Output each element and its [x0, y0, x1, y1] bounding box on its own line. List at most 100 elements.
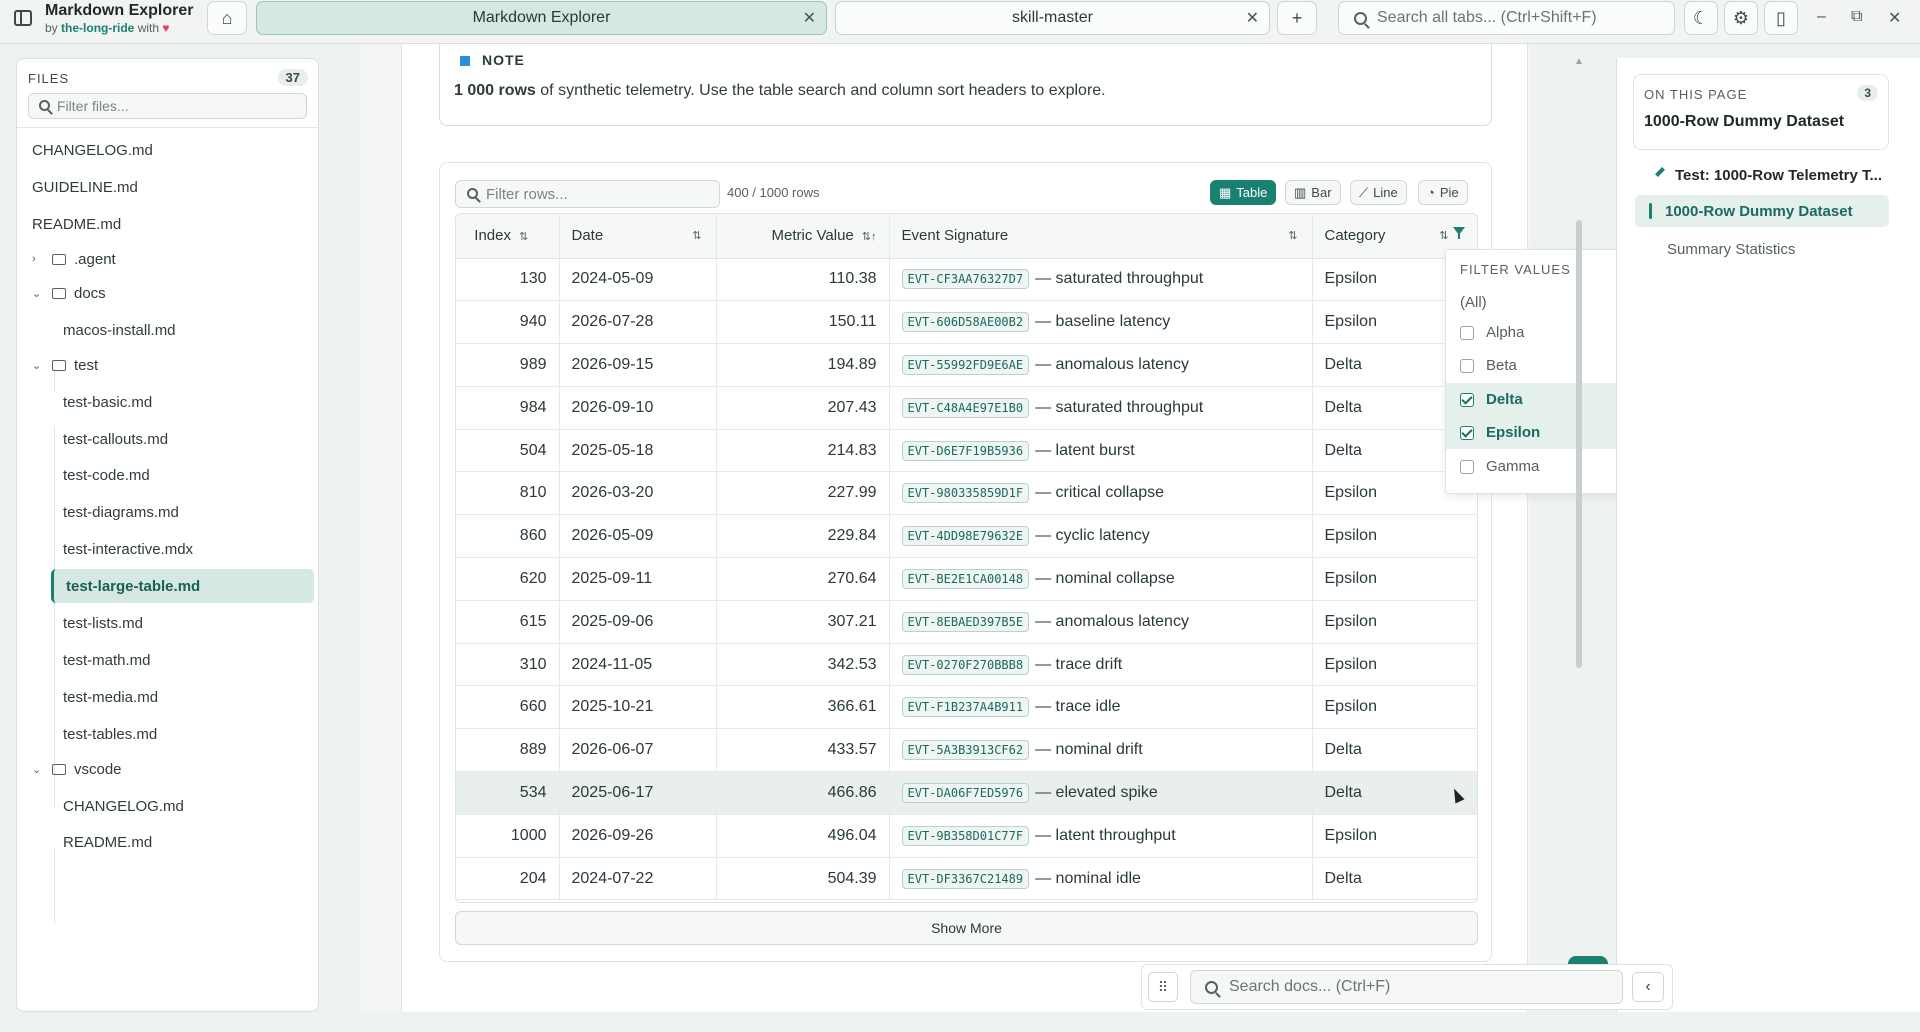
- home-button[interactable]: ⌂: [207, 1, 247, 35]
- toc-item[interactable]: Test: 1000-Row Telemetry T...: [1635, 159, 1889, 191]
- event-description: — nominal drift: [1035, 741, 1143, 759]
- sort-icon[interactable]: ⇅: [1439, 229, 1448, 242]
- checkbox[interactable]: [1460, 325, 1474, 340]
- cell-signature: EVT-980335859D1F — critical collapse: [889, 471, 1313, 516]
- table-row[interactable]: 940 2026-07-28 150.11 EVT-606D58AE00B2 — bas…: [456, 300, 1477, 345]
- file-item[interactable]: README.md: [63, 825, 152, 859]
- folder-item[interactable]: ⌄ docs: [32, 276, 106, 310]
- file-item[interactable]: test-math.md: [63, 643, 151, 677]
- table-row[interactable]: 504 2025-05-18 214.83 EVT-D6E7F19B5936 — lat…: [456, 429, 1477, 473]
- table-row[interactable]: 310 2024-11-05 342.53 EVT-0270F270BBB8 — tra…: [456, 643, 1477, 687]
- file-item[interactable]: test-lists.md: [63, 606, 143, 640]
- tab-label: Markdown Explorer: [472, 9, 611, 26]
- col-index-header[interactable]: Index ⇅: [456, 214, 560, 259]
- toc-label: 1000-Row Dummy Dataset: [1665, 202, 1853, 220]
- folder-item[interactable]: ⌄ test: [32, 348, 98, 382]
- table-row[interactable]: 989 2026-09-15 194.89 EVT-55992FD9E6AE — ano…: [456, 343, 1477, 387]
- cell-date: 2024-05-09: [559, 258, 717, 302]
- file-item[interactable]: test-callouts.md: [63, 422, 168, 456]
- event-code: EVT-980335859D1F: [901, 483, 1030, 504]
- tab-skill-master[interactable]: skill-master ✕: [835, 1, 1270, 35]
- sort-icon[interactable]: ⇅: [1288, 229, 1297, 242]
- toc-item[interactable]: Summary Statistics: [1635, 233, 1889, 265]
- drag-handle-icon[interactable]: ⠿: [1148, 972, 1178, 1002]
- file-item[interactable]: README.md: [32, 207, 121, 241]
- table-row[interactable]: 660 2025-10-21 366.61 EVT-F1B237A4B911 — tra…: [456, 685, 1477, 730]
- file-item[interactable]: test-interactive.mdx: [63, 532, 193, 566]
- file-item[interactable]: macos-install.md: [63, 313, 176, 347]
- checkbox-checked[interactable]: [1460, 425, 1474, 440]
- checkbox-checked[interactable]: [1460, 392, 1474, 407]
- checkbox[interactable]: [1460, 358, 1474, 373]
- toc-item-active[interactable]: 1000-Row Dummy Dataset: [1635, 195, 1889, 227]
- global-search-input[interactable]: Search all tabs... (Ctrl+Shift+F): [1338, 1, 1675, 35]
- collapse-search-button[interactable]: ‹: [1632, 972, 1664, 1002]
- minimize-icon[interactable]: –: [1817, 8, 1826, 26]
- toggle-panel-button[interactable]: ▯: [1764, 1, 1798, 35]
- cell-metric: 504.39: [716, 857, 890, 901]
- tab-markdown-explorer[interactable]: Markdown Explorer ✕: [256, 1, 827, 35]
- theme-toggle-button[interactable]: ☾: [1684, 1, 1718, 35]
- table-row[interactable]: 534 2025-06-17 466.86 EVT-DA06F7ED5976 — ele…: [456, 771, 1477, 815]
- close-tab-icon[interactable]: ✕: [1246, 8, 1259, 28]
- table-row[interactable]: 810 2026-03-20 227.99 EVT-980335859D1F — cri…: [456, 471, 1477, 516]
- table-row[interactable]: 984 2026-09-10 207.43 EVT-C48A4E97E1B0 — sat…: [456, 386, 1477, 430]
- show-more-button[interactable]: Show More: [455, 911, 1478, 945]
- table-icon: ▦: [1219, 184, 1232, 200]
- file-item[interactable]: GUIDELINE.md: [32, 170, 138, 204]
- table-row[interactable]: 860 2026-05-09 229.84 EVT-4DD98E79632E — cyc…: [456, 514, 1477, 559]
- table-row[interactable]: 204 2024-07-22 504.39 EVT-DF3367C21489 — nom…: [456, 857, 1477, 901]
- file-label: macos-install.md: [63, 321, 176, 339]
- col-signature-header[interactable]: Event Signature ⇅: [889, 214, 1313, 259]
- file-item-active[interactable]: test-large-table.md: [51, 569, 314, 603]
- file-item[interactable]: CHANGELOG.md: [63, 789, 184, 823]
- folder-item[interactable]: › .agent: [32, 242, 116, 276]
- floating-action-button[interactable]: [1568, 956, 1608, 964]
- close-window-icon[interactable]: ✕: [1888, 8, 1901, 28]
- scroll-up-arrow-icon[interactable]: ▲: [1574, 56, 1584, 67]
- close-tab-icon[interactable]: ✕: [803, 8, 816, 28]
- scrollbar-thumb[interactable]: [1576, 220, 1582, 668]
- folder-item[interactable]: ⌄ vscode: [32, 752, 122, 786]
- cell-signature: EVT-55992FD9E6AE — anomalous latency: [889, 343, 1313, 387]
- filter-all-option[interactable]: (All): [1460, 294, 1487, 311]
- toc-page-title: 1000-Row Dummy Dataset: [1644, 113, 1845, 130]
- view-bar-button[interactable]: ▥ Bar: [1285, 180, 1341, 205]
- tree-guide: [54, 849, 55, 923]
- table-row[interactable]: 889 2026-06-07 433.57 EVT-5A3B3913CF62 — nom…: [456, 728, 1477, 773]
- settings-button[interactable]: ⚙: [1724, 1, 1758, 35]
- file-item[interactable]: test-code.md: [63, 458, 150, 492]
- filter-files-input[interactable]: Filter files...: [28, 93, 307, 119]
- filter-rows-input[interactable]: Filter rows...: [455, 180, 720, 208]
- doc-search-placeholder: Search docs... (Ctrl+F): [1229, 978, 1391, 995]
- sidebar-panel-icon[interactable]: [14, 10, 32, 26]
- view-line-button[interactable]: ⟋ Line: [1350, 180, 1407, 205]
- doc-search-input[interactable]: Search docs... (Ctrl+F): [1190, 970, 1623, 1004]
- table-row[interactable]: 620 2025-09-11 270.64 EVT-BE2E1CA00148 — nom…: [456, 557, 1477, 601]
- file-item[interactable]: CHANGELOG.md: [32, 133, 153, 167]
- file-label: test-math.md: [63, 651, 151, 669]
- restore-icon[interactable]: ⧉: [1851, 8, 1862, 26]
- cell-signature: EVT-4DD98E79632E — cyclic latency: [889, 514, 1313, 559]
- col-date-header[interactable]: Date ⇅: [559, 214, 717, 259]
- file-item[interactable]: test-tables.md: [63, 717, 157, 751]
- sort-icon[interactable]: ⇅: [692, 229, 701, 242]
- sort-asc-icon[interactable]: ⇅↑: [862, 231, 877, 243]
- file-item[interactable]: test-basic.md: [63, 385, 152, 419]
- global-search-placeholder: Search all tabs... (Ctrl+Shift+F): [1377, 9, 1597, 26]
- table-row[interactable]: 130 2024-05-09 110.38 EVT-CF3AA76327D7 — sat…: [456, 258, 1477, 302]
- table-row[interactable]: 615 2025-09-06 307.21 EVT-8EBAED397B5E — ano…: [456, 600, 1477, 644]
- table-row[interactable]: 1000 2026-09-26 496.04 EVT-9B358D01C77F — la…: [456, 814, 1477, 858]
- cell-date: 2025-05-18: [559, 429, 717, 473]
- checkbox[interactable]: [1460, 459, 1474, 474]
- cell-category: Epsilon: [1312, 643, 1477, 687]
- file-item[interactable]: test-media.md: [63, 680, 158, 714]
- sort-icon[interactable]: ⇅: [519, 231, 528, 243]
- file-item[interactable]: test-diagrams.md: [63, 495, 179, 529]
- col-metric-header[interactable]: Metric Value ⇅↑: [716, 214, 890, 259]
- view-pie-button[interactable]: ◔ Pie: [1418, 180, 1468, 205]
- event-code: EVT-BE2E1CA00148: [901, 568, 1030, 589]
- new-tab-button[interactable]: +: [1277, 1, 1317, 35]
- view-table-button[interactable]: ▦ Table: [1210, 180, 1277, 205]
- filter-funnel-icon[interactable]: [1452, 227, 1465, 239]
